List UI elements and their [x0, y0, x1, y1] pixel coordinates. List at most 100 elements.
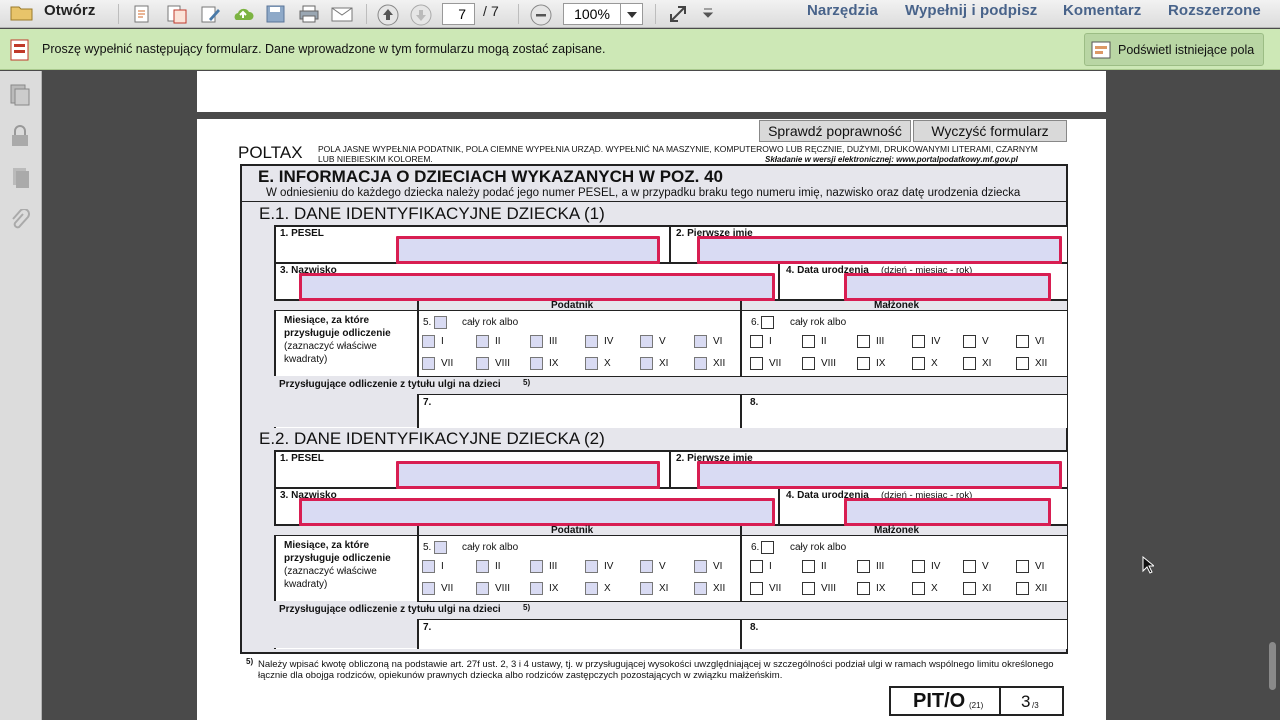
birth-date-input[interactable]: [844, 273, 1051, 301]
taxpayer-month-checkbox[interactable]: [422, 357, 435, 370]
edit-icon[interactable]: [200, 4, 220, 24]
surname-input[interactable]: [299, 273, 775, 301]
first-name-input[interactable]: [697, 236, 1062, 264]
zoom-input[interactable]: 100%: [563, 3, 621, 25]
footnote-text: Należy wpisać kwotę obliczoną na podstaw…: [258, 659, 1054, 681]
taxpayer-month-checkbox[interactable]: [476, 582, 489, 595]
taxpayer-month-checkbox[interactable]: [530, 582, 543, 595]
taxpayer-month-checkbox[interactable]: [694, 357, 707, 370]
spouse-month-checkbox[interactable]: [750, 582, 763, 595]
zoom-dropdown[interactable]: [621, 3, 643, 25]
fit-page-icon[interactable]: [668, 4, 688, 24]
taxpayer-month-checkbox[interactable]: [694, 582, 707, 595]
paperclip-icon[interactable]: [10, 208, 30, 236]
vertical-scrollbar[interactable]: [1266, 71, 1280, 720]
clear-form-button[interactable]: Wyczyść formularz: [913, 120, 1067, 142]
menu-comment[interactable]: Komentarz: [1063, 2, 1141, 19]
create-pdf-icon[interactable]: [132, 4, 152, 24]
taxpayer-deduction-input[interactable]: [420, 395, 739, 426]
spouse-deduction-input[interactable]: [743, 620, 1066, 647]
taxpayer-month-checkbox[interactable]: [530, 357, 543, 370]
taxpayer-month-checkbox[interactable]: [694, 335, 707, 348]
surname-input[interactable]: [299, 498, 775, 526]
taxpayer-month-checkbox[interactable]: [530, 560, 543, 573]
page-up-icon[interactable]: [377, 4, 399, 26]
pesel-input[interactable]: [396, 236, 660, 264]
spouse-month-checkbox[interactable]: [1016, 357, 1029, 370]
taxpayer-month-checkbox[interactable]: [585, 335, 598, 348]
taxpayer-month-checkbox[interactable]: [422, 335, 435, 348]
spouse-whole-year-checkbox[interactable]: [761, 541, 774, 554]
taxpayer-month-checkbox[interactable]: [640, 582, 653, 595]
taxpayer-month-checkbox[interactable]: [422, 560, 435, 573]
spouse-month-checkbox[interactable]: [963, 560, 976, 573]
spouse-month-checkbox[interactable]: [857, 560, 870, 573]
previous-page: [197, 71, 1106, 112]
check-validity-button[interactable]: Sprawdź poprawność: [759, 120, 911, 142]
highlight-fields-button[interactable]: Podświetl istniejące pola: [1084, 33, 1264, 66]
upload-cloud-icon[interactable]: [231, 4, 254, 24]
menu-tools[interactable]: Narzędzia: [807, 2, 878, 19]
spouse-month-checkbox[interactable]: [912, 560, 925, 573]
taxpayer-month-checkbox[interactable]: [585, 582, 598, 595]
spouse-month-checkbox[interactable]: [963, 335, 976, 348]
combine-icon[interactable]: [166, 4, 187, 24]
menu-extended[interactable]: Rozszerzone: [1168, 2, 1261, 19]
taxpayer-month-checkbox[interactable]: [640, 560, 653, 573]
scrollbar-thumb[interactable]: [1269, 642, 1276, 690]
taxpayer-month-checkbox[interactable]: [585, 357, 598, 370]
spouse-month-checkbox[interactable]: [912, 582, 925, 595]
page-number-input[interactable]: 7: [442, 3, 475, 25]
more-options-icon[interactable]: [702, 6, 722, 26]
spouse-month-checkbox[interactable]: [750, 335, 763, 348]
spouse-month-checkbox[interactable]: [802, 560, 815, 573]
spouse-deduction-input[interactable]: [743, 395, 1066, 426]
spouse-month-checkbox[interactable]: [750, 357, 763, 370]
spouse-month-checkbox[interactable]: [857, 357, 870, 370]
attachments-page-icon[interactable]: [10, 167, 30, 194]
first-name-input[interactable]: [697, 461, 1062, 489]
taxpayer-whole-year-checkbox[interactable]: [434, 316, 447, 329]
spouse-month-checkbox[interactable]: [802, 582, 815, 595]
pages-icon[interactable]: [8, 83, 32, 112]
zoom-out-icon[interactable]: [530, 4, 552, 26]
taxpayer-month-checkbox[interactable]: [585, 560, 598, 573]
form-code: PIT/O: [913, 690, 966, 712]
taxpayer-month-checkbox[interactable]: [476, 560, 489, 573]
spouse-month-checkbox[interactable]: [912, 335, 925, 348]
spouse-month-checkbox[interactable]: [750, 560, 763, 573]
menu-fill-sign[interactable]: Wypełnij i podpisz: [905, 2, 1037, 19]
lock-icon[interactable]: [10, 125, 30, 152]
birth-date-input[interactable]: [844, 498, 1051, 526]
spouse-month-checkbox[interactable]: [912, 357, 925, 370]
spouse-month-checkbox[interactable]: [963, 357, 976, 370]
taxpayer-month-checkbox[interactable]: [476, 335, 489, 348]
spouse-month-checkbox[interactable]: [1016, 335, 1029, 348]
spouse-month-checkbox[interactable]: [857, 582, 870, 595]
taxpayer-month-checkbox[interactable]: [640, 357, 653, 370]
spouse-whole-year-checkbox[interactable]: [761, 316, 774, 329]
save-icon[interactable]: [265, 4, 285, 24]
pesel-label: 1. PESEL: [280, 228, 324, 239]
spouse-month-checkbox[interactable]: [1016, 582, 1029, 595]
spouse-month-checkbox[interactable]: [802, 357, 815, 370]
spouse-month-checkbox[interactable]: [963, 582, 976, 595]
taxpayer-month-checkbox[interactable]: [640, 335, 653, 348]
taxpayer-month-checkbox[interactable]: [694, 560, 707, 573]
spouse-month-checkbox[interactable]: [1016, 560, 1029, 573]
spouse-month-checkbox[interactable]: [857, 335, 870, 348]
page-down-icon[interactable]: [410, 4, 432, 26]
spouse-month-checkbox[interactable]: [802, 335, 815, 348]
print-icon[interactable]: [298, 4, 319, 24]
taxpayer-whole-year-checkbox[interactable]: [434, 541, 447, 554]
folder-icon[interactable]: [10, 2, 33, 22]
months-label-2: przysługuje odliczenie: [284, 328, 391, 339]
taxpayer-month-checkbox[interactable]: [476, 357, 489, 370]
pesel-input[interactable]: [396, 461, 660, 489]
taxpayer-month-checkbox[interactable]: [422, 582, 435, 595]
taxpayer-deduction-input[interactable]: [420, 620, 739, 647]
email-icon[interactable]: [331, 4, 353, 24]
taxpayer-month-checkbox[interactable]: [530, 335, 543, 348]
taxpayer-field-number: 5.: [423, 542, 432, 553]
open-button[interactable]: Otwórz: [44, 2, 95, 19]
